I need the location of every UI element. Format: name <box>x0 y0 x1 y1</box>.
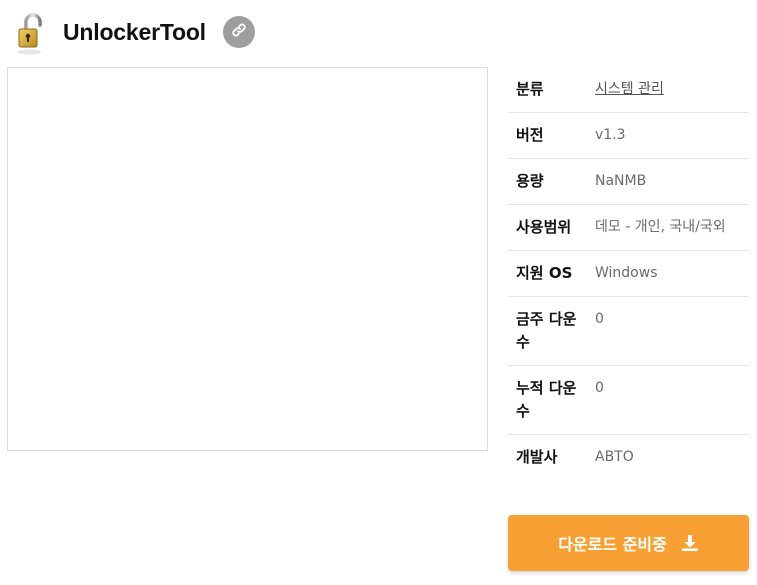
info-label: 지원 OS <box>516 264 573 282</box>
info-row-total-downloads: 누적 다운수 0 <box>508 366 749 435</box>
info-row-weekly-downloads: 금주 다운수 0 <box>508 297 749 366</box>
info-row-size: 용량 NaNMB <box>508 159 749 205</box>
info-value: 0 <box>595 380 604 396</box>
info-label: 용량 <box>516 172 544 190</box>
copy-link-button[interactable] <box>223 16 255 48</box>
info-table: 분류 시스템 관리 버전 v1.3 용량 NaNMB 사용범위 데모 - 개인,… <box>508 67 749 480</box>
info-row-license: 사용범위 데모 - 개인, 국내/국외 <box>508 205 749 251</box>
info-value: ABTO <box>595 449 634 465</box>
info-value: 0 <box>595 311 604 327</box>
padlock-icon <box>12 10 48 56</box>
info-label: 분류 <box>516 80 544 98</box>
link-icon <box>231 22 247 42</box>
info-value: v1.3 <box>595 127 626 143</box>
info-row-os: 지원 OS Windows <box>508 251 749 297</box>
info-row-category: 분류 시스템 관리 <box>508 67 749 113</box>
download-icon <box>681 534 699 552</box>
app-title: UnlockerTool <box>63 19 206 45</box>
info-value: 데모 - 개인, 국내/국외 <box>595 219 726 235</box>
info-label: 금주 다운수 <box>516 310 577 351</box>
info-label: 누적 다운수 <box>516 379 577 420</box>
info-label: 사용범위 <box>516 218 572 236</box>
info-value: NaNMB <box>595 173 647 189</box>
info-row-version: 버전 v1.3 <box>508 113 749 159</box>
header: UnlockerTool <box>0 0 757 64</box>
info-value: Windows <box>595 265 658 281</box>
info-label: 개발사 <box>516 448 558 466</box>
info-row-developer: 개발사 ABTO <box>508 435 749 480</box>
info-label: 버전 <box>516 126 544 144</box>
download-button-label: 다운로드 준비중 <box>558 535 667 554</box>
category-link[interactable]: 시스템 관리 <box>595 78 749 101</box>
download-button[interactable]: 다운로드 준비중 <box>508 515 749 571</box>
screenshot-preview <box>7 67 488 451</box>
software-detail-page: UnlockerTool 분류 시스템 관리 버전 v1.3 용량 NaNMB … <box>0 0 757 585</box>
